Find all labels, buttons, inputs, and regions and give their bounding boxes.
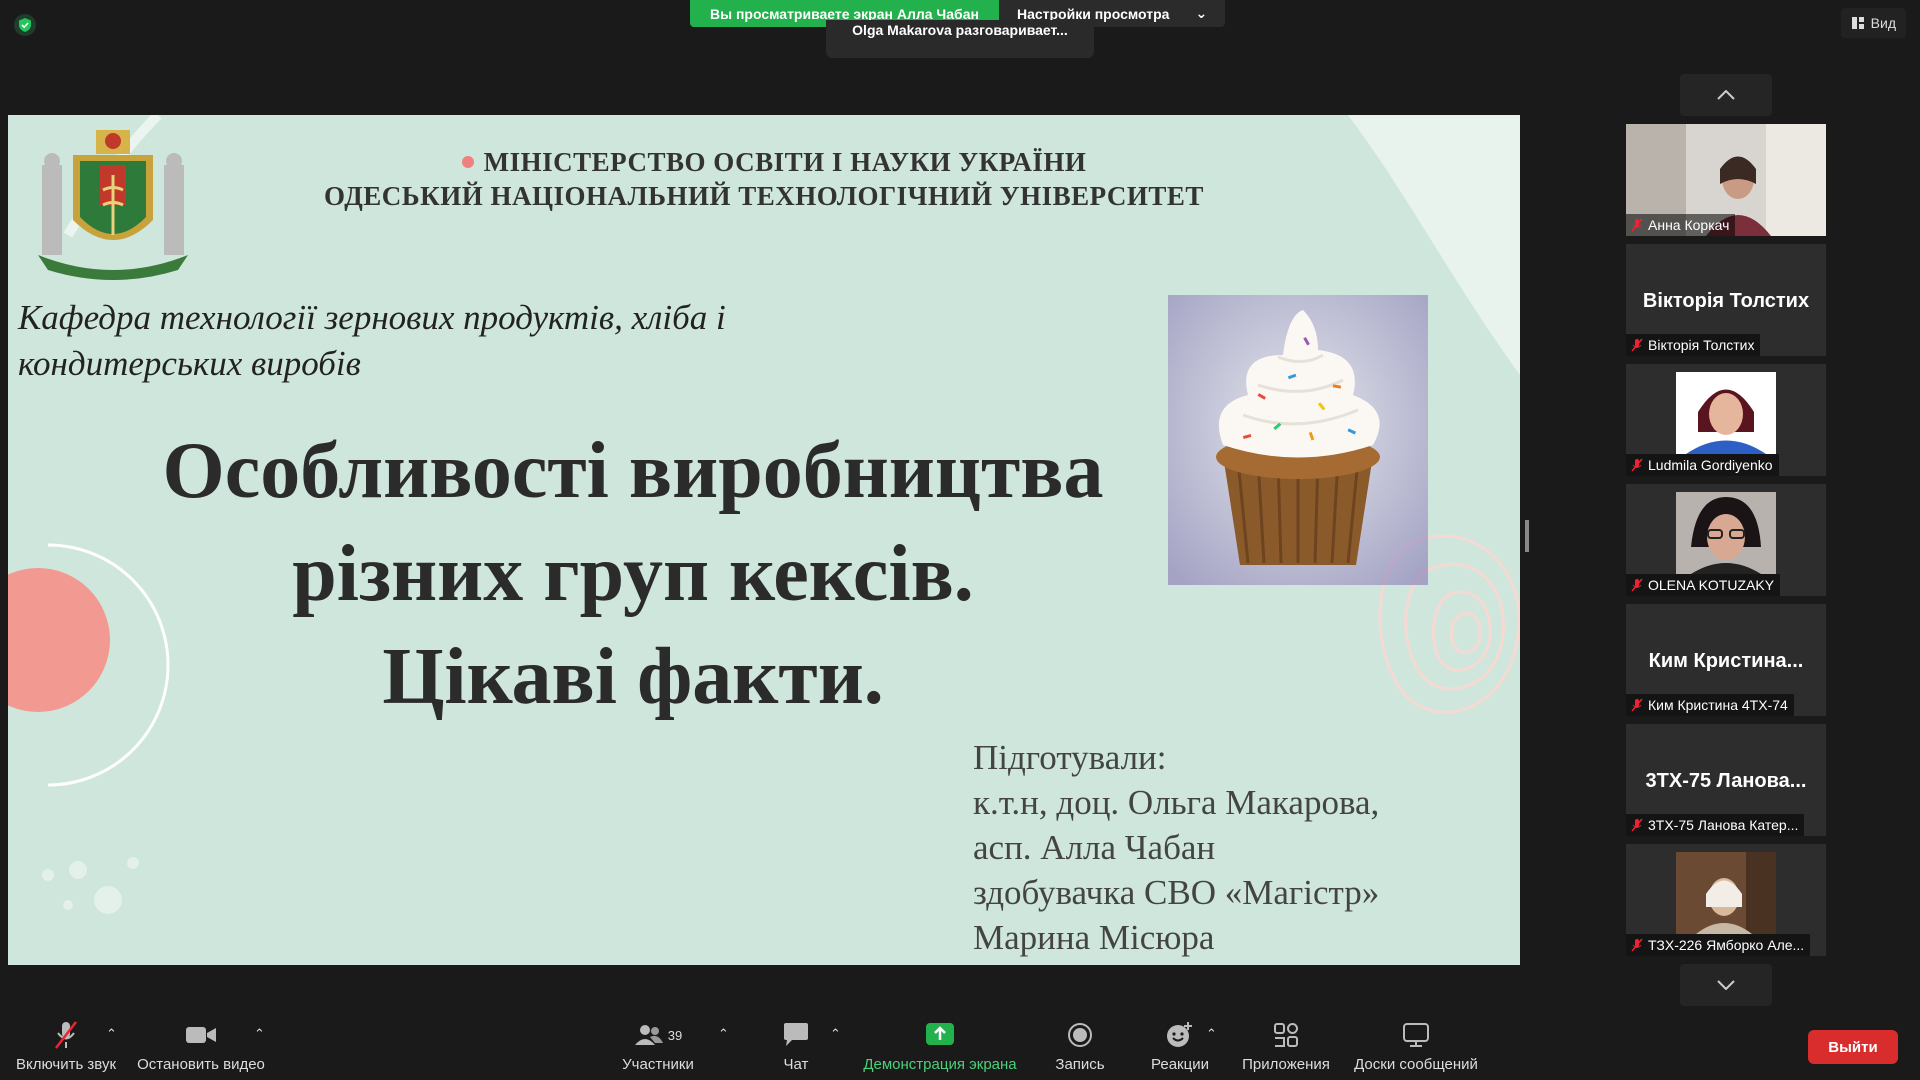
slide-title: Особливості виробництва різних груп кекс… [68, 420, 1198, 729]
participant-name: 3ТХ-75 Ланова Катер... [1648, 817, 1799, 833]
mic-muted-icon [1631, 338, 1643, 352]
department-line-1: Кафедра технології зернових продуктів, х… [18, 298, 726, 337]
zoom-meeting-window: Вы просматриваете экран Алла Чабан Настр… [0, 0, 1920, 1080]
participant-name-label: 3ТХ-75 Ланова Катер... [1626, 814, 1805, 836]
unmute-button[interactable]: Включить звук [12, 1020, 120, 1073]
department-name: Кафедра технології зернових продуктів, х… [18, 295, 918, 387]
title-line-3: Цікаві факти. [382, 633, 884, 721]
record-button[interactable]: Запись [1050, 1020, 1110, 1073]
participant-name: Анна Коркач [1648, 217, 1730, 233]
share-screen-label: Демонстрация экрана [863, 1056, 1017, 1073]
scroll-down-button[interactable] [1680, 964, 1772, 1006]
participants-button[interactable]: 39 Участники [612, 1020, 704, 1073]
mic-muted-icon [1631, 218, 1643, 232]
share-screen-icon [926, 1023, 954, 1045]
participant-name-label: Ким Кристина 4ТХ-74 [1626, 694, 1794, 716]
stop-video-button[interactable]: Остановить видео [136, 1020, 266, 1073]
chevron-down-icon [1717, 980, 1735, 990]
chat-button[interactable]: Чат [766, 1020, 826, 1073]
leave-meeting-button[interactable]: Выйти [1808, 1030, 1898, 1064]
participant-tile[interactable]: Ludmila Gordiyenko [1626, 364, 1826, 476]
authors-line: Підготували: [973, 738, 1167, 777]
active-speaker-indicator: Olga Makarova разговаривает... [826, 20, 1094, 58]
chat-bubble-icon [784, 1023, 808, 1046]
chat-label: Чат [783, 1056, 809, 1073]
university-heading: ОДЕСЬКИЙ НАЦІОНАЛЬНИЙ ТЕХНОЛОГІЧНИЙ УНІВ… [324, 181, 1204, 211]
title-line-1: Особливості виробництва [162, 427, 1104, 515]
participant-name: ТЗХ-226 Ямборко Але... [1648, 937, 1805, 953]
participant-name-label: ТЗХ-226 Ямборко Але... [1626, 934, 1811, 956]
video-options-caret[interactable]: ⌃ [254, 1026, 265, 1042]
authors-line: асп. Алла Чабан [973, 828, 1216, 867]
audio-options-caret[interactable]: ⌃ [106, 1026, 117, 1042]
participant-name: Вікторія Толстих [1648, 337, 1755, 353]
scroll-up-button[interactable] [1680, 74, 1772, 116]
ministry-heading: МІНІСТЕРСТВО ОСВІТИ І НАУКИ УКРАЇНИ [8, 147, 1520, 178]
view-button[interactable]: Вид [1840, 8, 1906, 38]
participant-display-name: 3ТХ-75 Ланова... [1645, 770, 1807, 792]
participant-name-label: Ludmila Gordiyenko [1626, 454, 1779, 476]
authors-line: здобувачка СВО «Магістр» [973, 873, 1380, 912]
participant-name-label: OLENA KOTUZAKY [1626, 574, 1781, 596]
panel-resize-handle[interactable] [1525, 520, 1529, 552]
participant-name: Ким Кристина 4ТХ-74 [1648, 697, 1788, 713]
view-button-label: Вид [1870, 15, 1896, 31]
apps-icon [1274, 1023, 1298, 1047]
stop-video-label: Остановить видео [137, 1056, 265, 1073]
record-label: Запись [1055, 1056, 1105, 1073]
cupcake-image [1168, 295, 1428, 585]
participant-name: Ludmila Gordiyenko [1648, 457, 1773, 473]
participant-tile[interactable]: ТЗХ-226 Ямборко Але... [1626, 844, 1826, 956]
mic-muted-icon [1631, 938, 1643, 952]
participant-display-name: Ким Кристина... [1648, 650, 1804, 672]
unmute-label: Включить звук [15, 1056, 117, 1073]
participant-name: OLENA KOTUZAKY [1648, 577, 1775, 593]
ministry-line: МІНІСТЕРСТВО ОСВІТИ І НАУКИ УКРАЇНИ [483, 147, 1087, 177]
mic-muted-icon [55, 1021, 77, 1049]
mic-muted-icon [1631, 578, 1643, 592]
mic-muted-icon [1631, 698, 1643, 712]
mic-muted-icon [1631, 458, 1643, 472]
laser-pointer-dot [461, 156, 474, 168]
video-camera-icon [186, 1027, 216, 1043]
whiteboard-icon [1403, 1023, 1429, 1047]
smile-reaction-icon [1167, 1022, 1192, 1047]
mic-muted-icon [1631, 818, 1643, 832]
apps-label: Приложения [1242, 1056, 1330, 1073]
participant-name-label: Анна Коркач [1626, 214, 1736, 236]
participants-label: Участники [622, 1056, 694, 1073]
participant-tile[interactable]: Вікторія Толстих Вікторія Толстих [1626, 244, 1826, 356]
participants-options-caret[interactable]: ⌃ [718, 1026, 729, 1042]
apps-button[interactable]: Приложения [1236, 1020, 1336, 1073]
authors-line: к.т.н, доц. Ольга Макарова, [973, 783, 1380, 822]
participant-tile[interactable]: Ким Кристина... Ким Кристина 4ТХ-74 [1626, 604, 1826, 716]
shared-slide: МІНІСТЕРСТВО ОСВІТИ І НАУКИ УКРАЇНИ ОДЕС… [8, 115, 1520, 965]
participant-tile[interactable]: OLENA KOTUZAKY [1626, 484, 1826, 596]
reactions-options-caret[interactable]: ⌃ [1206, 1026, 1217, 1042]
participant-avatar [1676, 492, 1776, 574]
reactions-label: Реакции [1151, 1056, 1209, 1073]
whiteboards-label: Доски сообщений [1354, 1056, 1478, 1073]
participant-name-label: Вікторія Толстих [1626, 334, 1761, 356]
gallery-view-icon [1851, 17, 1864, 29]
chat-options-caret[interactable]: ⌃ [830, 1026, 841, 1042]
meeting-toolbar: Включить звук ⌃ Остановить видео ⌃ 39 Уч… [0, 1010, 1920, 1080]
authors-line: Марина Місюра [973, 918, 1215, 957]
whiteboards-button[interactable]: Доски сообщений [1348, 1020, 1484, 1073]
department-line-2: кондитерських виробів [18, 344, 361, 383]
share-screen-button[interactable]: Демонстрация экрана [860, 1020, 1020, 1073]
chevron-up-icon [1717, 90, 1735, 100]
authors-block: Підготували: к.т.н, доц. Ольга Макарова,… [973, 735, 1379, 960]
participant-display-name: Вікторія Толстих [1642, 290, 1810, 312]
participant-tile[interactable]: 3ТХ-75 Ланова... 3ТХ-75 Ланова Катер... [1626, 724, 1826, 836]
participants-count: 39 [667, 1027, 683, 1043]
participant-avatar [1676, 852, 1776, 934]
record-icon [1068, 1023, 1092, 1047]
title-line-2: різних груп кексів. [292, 530, 974, 618]
encryption-shield-icon[interactable] [14, 14, 36, 36]
participant-avatar [1676, 372, 1776, 454]
participant-tile[interactable]: Анна Коркач [1626, 124, 1826, 236]
chevron-down-icon: ⌄ [1195, 5, 1208, 21]
participants-icon [634, 1025, 663, 1045]
